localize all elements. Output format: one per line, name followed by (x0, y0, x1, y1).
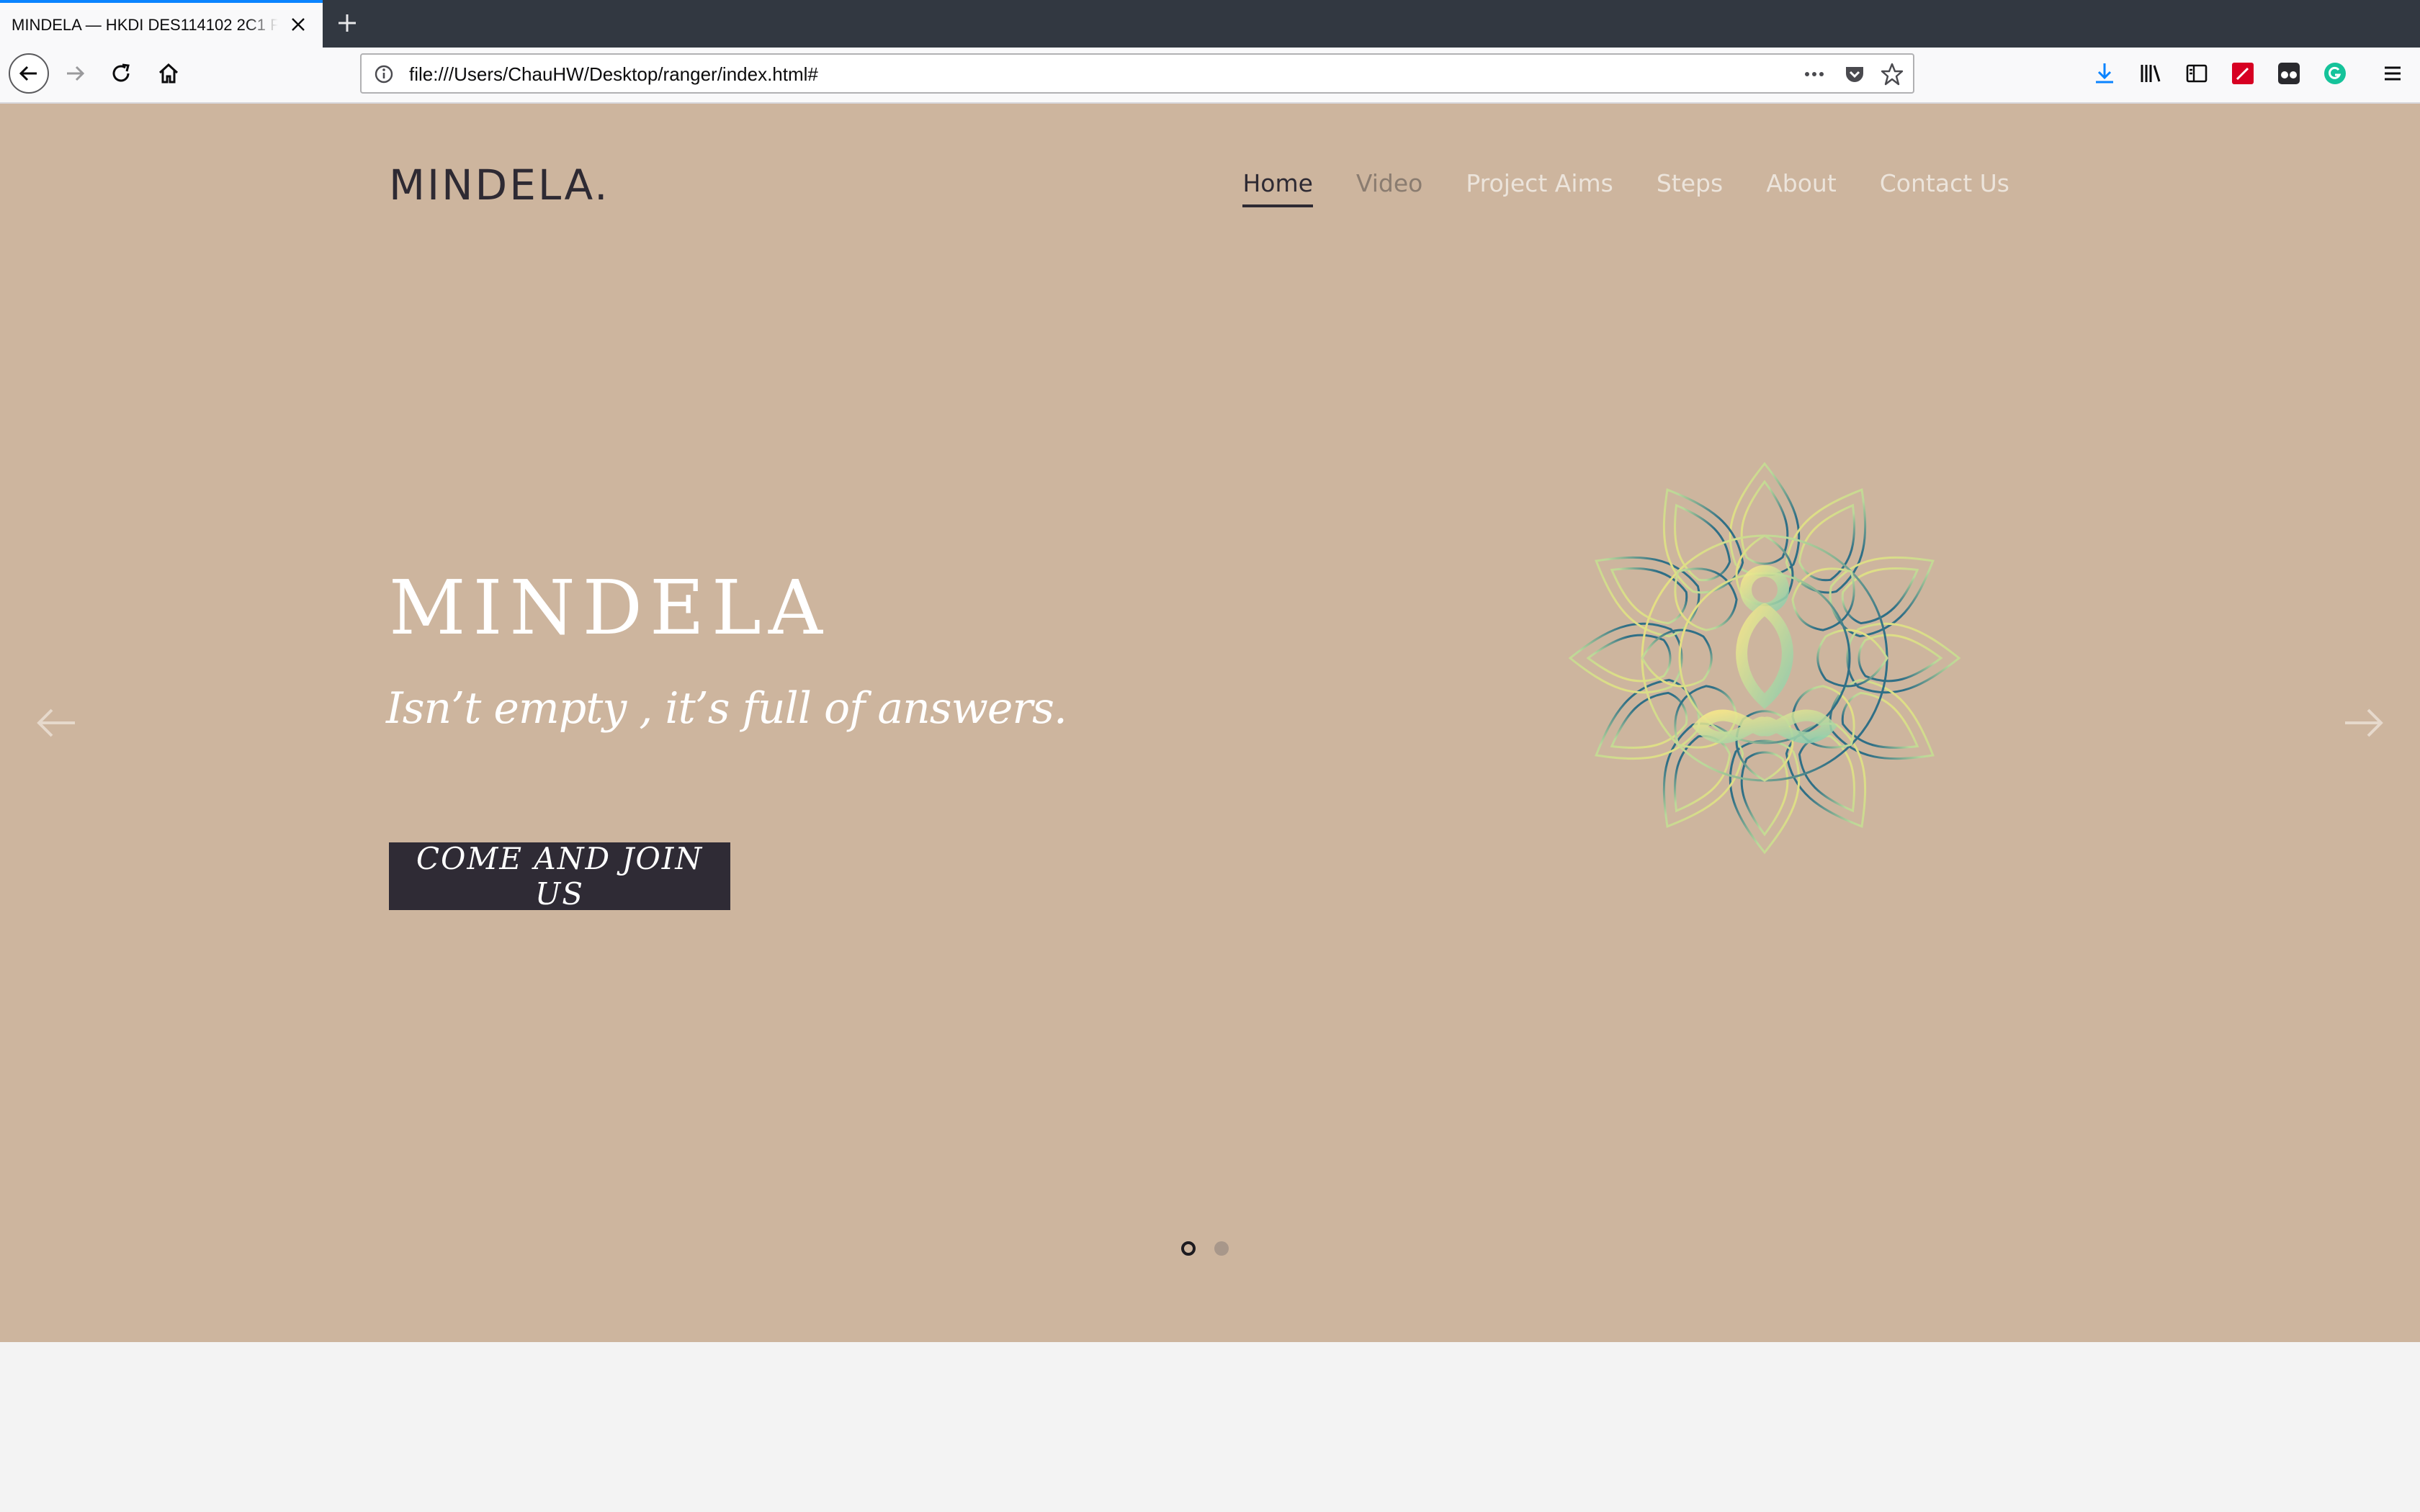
home-button[interactable] (148, 53, 189, 94)
slide-dot-2[interactable] (1214, 1241, 1229, 1256)
browser-toolbar: file:///Users/ChauHW/Desktop/ranger/inde… (0, 48, 2420, 104)
plus-icon (339, 14, 356, 32)
join-us-button[interactable]: COME AND JOIN US (389, 841, 730, 912)
reload-button[interactable] (101, 53, 141, 94)
home-icon (158, 63, 179, 84)
sidebar-button[interactable] (2178, 55, 2215, 92)
hero-title: MINDELA (389, 564, 830, 652)
extension-glasses-button[interactable] (2270, 55, 2308, 92)
open-menu-button[interactable] (2374, 55, 2411, 92)
sidebar-icon (2186, 64, 2208, 83)
slide-dot-1[interactable] (1181, 1241, 1196, 1256)
browser-tab[interactable]: MINDELA — HKDI DES114102 2C1 FYP (0, 0, 323, 48)
back-button[interactable] (9, 53, 49, 94)
reload-icon (112, 63, 130, 82)
info-icon[interactable] (373, 63, 395, 85)
nav-project-aims[interactable]: Project Aims (1466, 167, 1613, 207)
glasses-extension-icon (2278, 63, 2300, 84)
url-text[interactable]: file:///Users/ChauHW/Desktop/ranger/inde… (409, 63, 818, 85)
download-icon (2096, 63, 2113, 84)
main-nav: Home Video Project Aims Steps About Cont… (1242, 167, 2009, 207)
slide-indicators (1181, 1241, 1229, 1256)
back-arrow-icon (19, 66, 37, 81)
nav-home[interactable]: Home (1242, 167, 1313, 207)
grammarly-button[interactable] (2316, 55, 2354, 92)
lotus-mandala-illustration (1569, 462, 1960, 854)
library-icon (2141, 65, 2161, 82)
more-dots-icon[interactable] (1802, 62, 1827, 86)
nav-about[interactable]: About (1766, 167, 1837, 207)
library-button[interactable] (2132, 55, 2169, 92)
forward-arrow-icon (67, 66, 85, 81)
tab-title: MINDELA — HKDI DES114102 2C1 FYP (12, 16, 278, 34)
pen-extension-icon (2232, 63, 2254, 84)
tab-strip: MINDELA — HKDI DES114102 2C1 FYP (0, 0, 2420, 48)
nav-video[interactable]: Video (1356, 167, 1422, 207)
nav-contact-us[interactable]: Contact Us (1880, 167, 2009, 207)
next-slide-arrow-icon[interactable] (2335, 701, 2393, 744)
nav-steps[interactable]: Steps (1657, 167, 1723, 207)
close-icon[interactable] (287, 13, 310, 36)
forward-button[interactable] (55, 53, 95, 94)
star-icon[interactable] (1880, 62, 1904, 86)
download-button[interactable] (2086, 55, 2123, 92)
grammarly-icon (2324, 63, 2346, 84)
address-bar[interactable]: file:///Users/ChauHW/Desktop/ranger/inde… (360, 53, 1914, 94)
site-logo[interactable]: MINDELA. (389, 160, 610, 210)
next-section (0, 1342, 2420, 1512)
hamburger-menu-icon (2385, 66, 2401, 81)
hero-slider: MINDELA. Home Video Project Aims Steps A… (0, 104, 2420, 1342)
new-tab-button[interactable] (333, 9, 362, 37)
extension-pen-button[interactable] (2224, 55, 2262, 92)
hero-subtitle: Isn’t empty , it’s full of answers. (386, 683, 1067, 734)
pocket-icon[interactable] (1842, 62, 1867, 86)
prev-slide-arrow-icon[interactable] (27, 701, 85, 744)
